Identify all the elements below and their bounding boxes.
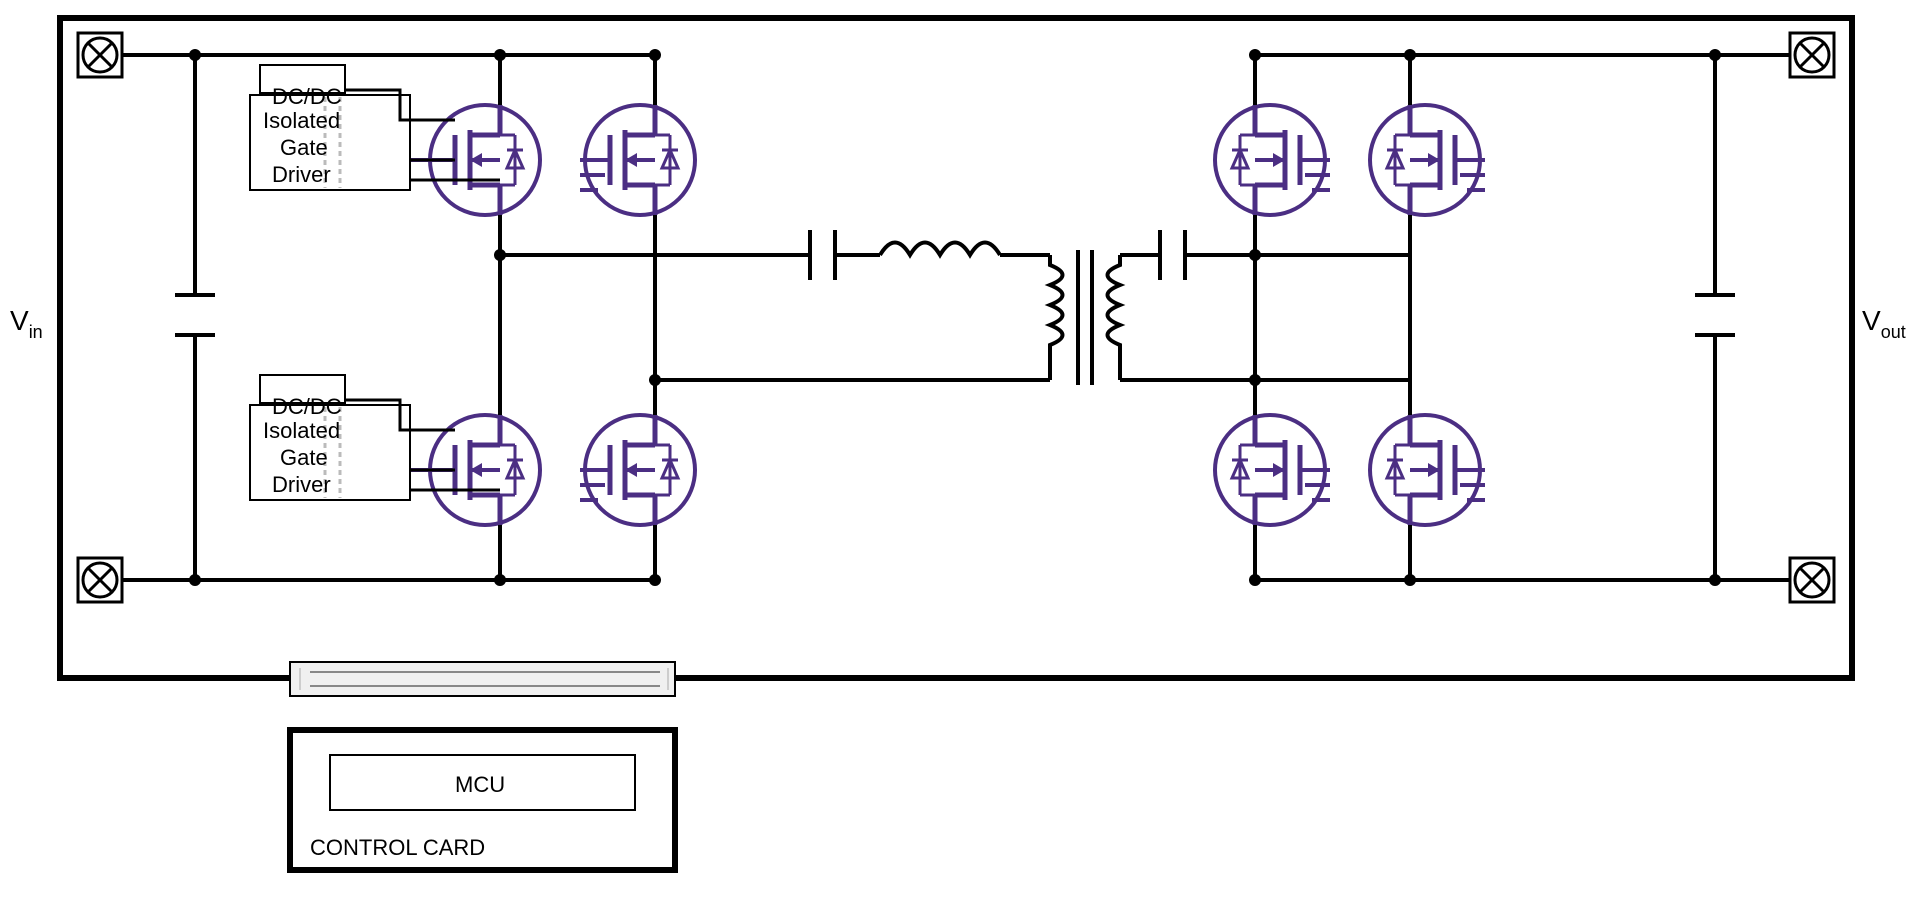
resonant-tank bbox=[655, 230, 1255, 385]
node-dot bbox=[1404, 574, 1416, 586]
node-dot bbox=[649, 49, 661, 61]
output-capacitor bbox=[1695, 55, 1735, 580]
gate-driver-label: Isolated bbox=[263, 108, 340, 133]
svg-text:DC/DC: DC/DC bbox=[272, 394, 342, 419]
vin-terminal-bottom bbox=[78, 558, 122, 602]
vin-label: Vin bbox=[10, 305, 43, 342]
node-dot bbox=[1709, 574, 1721, 586]
svg-text:Vin: Vin bbox=[10, 305, 43, 342]
svg-text:Gate: Gate bbox=[280, 135, 328, 160]
node-dot bbox=[1249, 574, 1261, 586]
vout-terminal-bottom bbox=[1790, 558, 1834, 602]
gate-driver-bottom: DC/DC Isolated Gate Driver bbox=[250, 375, 500, 500]
node-dot bbox=[189, 49, 201, 61]
node-dot bbox=[494, 49, 506, 61]
node-dot bbox=[649, 574, 661, 586]
vin-terminal-top bbox=[78, 33, 122, 77]
svg-text:Vout: Vout bbox=[1862, 305, 1906, 342]
control-card: MCU CONTROL CARD bbox=[290, 730, 675, 870]
node-dot bbox=[1404, 49, 1416, 61]
svg-text:Driver: Driver bbox=[272, 472, 331, 497]
edge-connector-icon bbox=[290, 662, 675, 696]
secondary-bridge bbox=[1215, 55, 1790, 580]
primary-bridge bbox=[400, 55, 695, 580]
node-dot bbox=[1709, 49, 1721, 61]
mcu-label: MCU bbox=[455, 772, 505, 797]
svg-text:Isolated: Isolated bbox=[263, 418, 340, 443]
secondary-midpoint-wires bbox=[1255, 255, 1410, 380]
vout-label: Vout bbox=[1862, 305, 1906, 342]
dcdc-label: DC/DC bbox=[272, 84, 342, 109]
svg-text:Driver: Driver bbox=[272, 162, 331, 187]
node-dot bbox=[1249, 49, 1261, 61]
vout-terminal-top bbox=[1790, 33, 1834, 77]
node-dot bbox=[189, 574, 201, 586]
control-card-label: CONTROL CARD bbox=[310, 835, 485, 860]
gate-driver-top: DC/DC Isolated Gate Driver bbox=[250, 65, 500, 190]
svg-text:Gate: Gate bbox=[280, 445, 328, 470]
node-dot bbox=[494, 574, 506, 586]
